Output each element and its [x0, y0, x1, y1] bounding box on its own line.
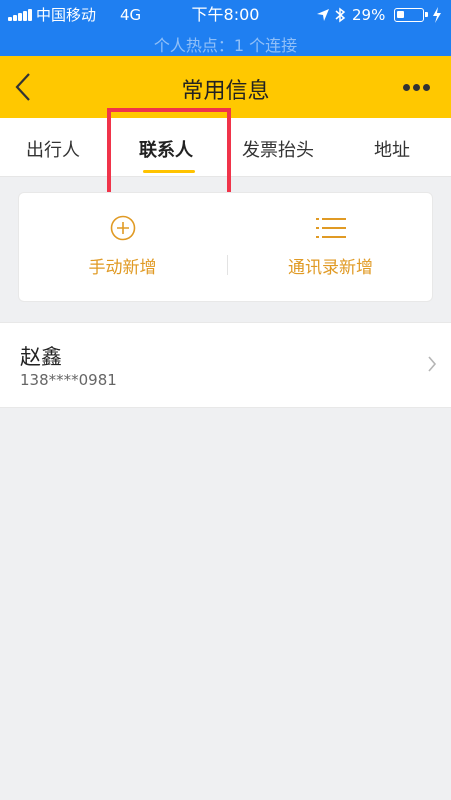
tab-invoice-titles[interactable]: 发票抬头 [242, 136, 314, 162]
hotspot-banner[interactable]: 个人热点：1 个连接 [0, 32, 451, 56]
manual-add-label: 手动新增 [88, 258, 157, 278]
page-title: 常用信息 [181, 79, 270, 104]
battery-icon [394, 8, 428, 22]
status-bar: 中国移动 4G 下午8:00 29% 个人热点：1 个连接 [0, 0, 451, 56]
battery-percent: 29% [352, 6, 386, 24]
add-circle-icon [110, 215, 135, 241]
tab-travelers[interactable]: 出行人 [26, 136, 80, 162]
more-menu-icon[interactable] [403, 84, 431, 92]
contact-name: 赵鑫 [20, 345, 62, 369]
location-arrow-icon [317, 9, 329, 21]
contacts-add-label: 通讯录新增 [288, 258, 373, 278]
charging-bolt-icon [433, 7, 441, 23]
manual-add-button[interactable]: 手动新增 [19, 215, 226, 278]
tab-addresses[interactable]: 地址 [374, 136, 410, 162]
add-contact-card: 手动新增 通讯录新增 [18, 192, 433, 302]
list-icon [315, 218, 346, 238]
bluetooth-icon [335, 7, 346, 23]
contact-phone: 138****0981 [20, 371, 117, 389]
contact-list-item[interactable]: 赵鑫 138****0981 [0, 322, 451, 408]
annotation-highlight-box [107, 108, 231, 196]
contacts-add-button[interactable]: 通讯录新增 [227, 215, 434, 278]
chevron-right-icon [428, 356, 437, 372]
